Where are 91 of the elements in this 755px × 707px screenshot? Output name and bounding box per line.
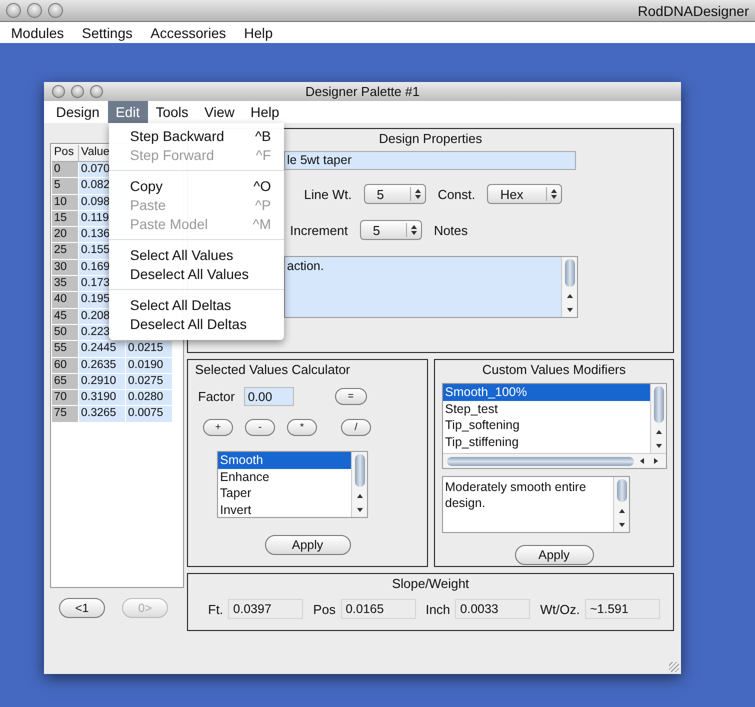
list-item[interactable]: Smooth_100%	[443, 384, 650, 400]
menu-item[interactable]: Modules	[11, 24, 64, 40]
minimize-button[interactable]	[71, 85, 84, 98]
menu-item[interactable]: Help	[244, 24, 273, 40]
table-cell: 0.2910	[79, 374, 126, 390]
menu-item[interactable]: Accessories	[150, 24, 226, 40]
list-item[interactable]: Smooth	[218, 452, 351, 468]
field-label: Increment	[290, 222, 348, 238]
table-cell: 5	[52, 178, 79, 194]
name-field[interactable]: le 5wt taper	[284, 151, 576, 170]
table-cell: 20	[52, 227, 79, 242]
menu-item[interactable]: Help	[242, 101, 288, 123]
table-cell: 10	[52, 194, 79, 210]
operator-button[interactable]: *	[287, 419, 317, 436]
table-cell: 15	[52, 210, 79, 226]
table-cell: 65	[52, 374, 79, 390]
table-cell: 60	[52, 358, 79, 373]
app-title: RodDNADesigner	[638, 2, 749, 18]
page-button[interactable]: <1	[59, 598, 105, 618]
table-cell: 35	[52, 276, 79, 292]
horizontal-scrollbar[interactable]	[443, 453, 666, 468]
list-item[interactable]: Invert	[218, 502, 351, 517]
panel-title: Custom Values Modifiers	[482, 361, 626, 377]
panel-title: Selected Values Calculator	[195, 361, 350, 377]
table-cell: 30	[52, 260, 79, 276]
panel-title: Slope/Weight	[392, 575, 470, 591]
readout-field: 0.0397	[228, 599, 304, 619]
increment-dropdown[interactable]: 5	[360, 220, 422, 240]
operator-button[interactable]: /	[341, 419, 371, 436]
table-cell: 0.2635	[79, 358, 126, 373]
table-cell: 0	[52, 162, 79, 178]
readout-field: 0.0165	[340, 599, 416, 619]
list-item[interactable]: Tip_softening	[443, 417, 650, 434]
menu-item[interactable]: Edit	[108, 101, 148, 123]
apply-button[interactable]: Apply	[514, 545, 594, 565]
field-label: Const.	[438, 186, 476, 202]
table-cell: 75	[52, 406, 79, 422]
column-header: Pos	[52, 145, 79, 161]
list-item[interactable]: Step_test	[443, 400, 650, 417]
operator-button[interactable]: -	[245, 419, 275, 436]
menu-item[interactable]: View	[196, 101, 242, 123]
zoom-button[interactable]	[48, 3, 63, 18]
list-item[interactable]: Tip_stiffening	[443, 434, 650, 450]
close-button[interactable]	[6, 3, 21, 18]
field-label: Notes	[434, 222, 468, 238]
table-cell: 0.0190	[126, 358, 173, 373]
panel-title: Design Properties	[378, 130, 482, 146]
readout-field: ~1.591	[584, 599, 660, 619]
zoom-button[interactable]	[90, 85, 103, 98]
field-label: Inch	[426, 602, 450, 616]
table-cell: 0.3190	[79, 390, 126, 406]
menu-item[interactable]: Tools	[148, 101, 196, 123]
field-label: Pos	[313, 602, 336, 616]
close-button[interactable]	[52, 85, 65, 98]
table-cell: 0.0075	[126, 406, 173, 422]
field-label: Ft.	[208, 602, 224, 616]
apply-button[interactable]: Apply	[264, 535, 350, 555]
menu-item[interactable]: Step Backward ^B	[109, 127, 284, 146]
operator-button[interactable]: +	[203, 419, 233, 436]
list-item[interactable]: Taper	[218, 485, 351, 502]
vertical-scrollbar[interactable]	[351, 452, 367, 517]
table-cell: 0.2445	[79, 341, 126, 357]
line-weight-dropdown[interactable]: 5	[364, 184, 426, 204]
description-field: Moderately smooth entire design.	[442, 476, 630, 533]
table-cell: 50	[52, 324, 79, 340]
field-label: Wt/Oz.	[540, 602, 580, 616]
table-cell: 45	[52, 308, 79, 324]
vertical-scrollbar[interactable]	[561, 257, 577, 317]
menu-item[interactable]: Design	[48, 101, 108, 123]
menu-item[interactable]: Settings	[82, 24, 133, 40]
vertical-scrollbar[interactable]	[613, 477, 629, 532]
equals-button[interactable]: =	[334, 388, 367, 405]
table-cell: 25	[52, 243, 79, 259]
table-cell: 0.0275	[126, 374, 173, 390]
factor-field[interactable]: 0.00	[244, 387, 294, 406]
vertical-scrollbar[interactable]	[650, 384, 666, 453]
resize-grip-icon[interactable]	[669, 662, 679, 672]
minimize-button[interactable]	[27, 3, 42, 18]
table-cell: 0.3265	[79, 406, 126, 422]
readout-field: 0.0033	[455, 599, 530, 619]
table-cell: 70	[52, 390, 79, 406]
const-dropdown[interactable]: Hex	[487, 184, 562, 204]
notes-field[interactable]: action.	[284, 256, 578, 318]
field-label: Line Wt.	[304, 186, 352, 202]
table-cell: 55	[52, 341, 79, 357]
window-title: Designer Palette #1	[305, 84, 420, 99]
table-cell: 0.0280	[126, 390, 173, 406]
table-cell: 0.0215	[126, 341, 173, 357]
list-item[interactable]: Enhance	[218, 468, 351, 485]
field-label: Factor	[198, 389, 235, 404]
table-cell: 40	[52, 292, 79, 308]
